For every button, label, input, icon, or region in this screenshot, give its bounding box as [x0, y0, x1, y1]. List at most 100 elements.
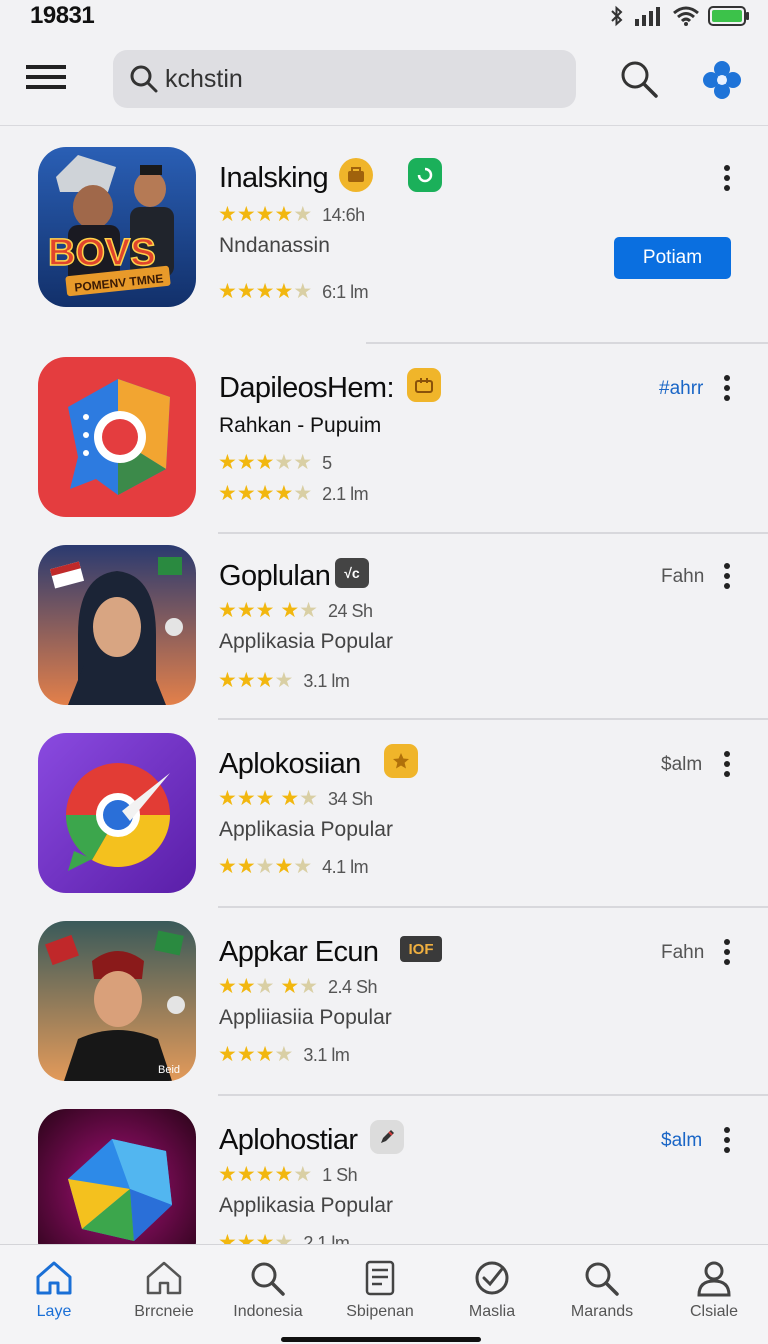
app-icon: Beid: [38, 921, 196, 1081]
nav-label: Indonesia: [233, 1303, 303, 1320]
secondary-meta: 2.1 lm: [303, 1233, 350, 1244]
verified-badge: [408, 158, 442, 192]
game-poster-icon: BOVS POMENV TMNE: [38, 147, 196, 307]
rating-meta: 34 Sh: [327, 789, 373, 809]
divider: [366, 342, 768, 344]
secondary-meta: 6:1 lm: [322, 282, 369, 302]
document-icon: [365, 1260, 395, 1296]
rating-stars: ★★★★★ 5: [218, 451, 332, 474]
home-outline-icon: [146, 1261, 182, 1295]
app-badge: IOF: [400, 936, 442, 962]
rating-stars: ★★★ ★★ 24 Sh: [218, 599, 373, 622]
user-icon: [697, 1261, 731, 1297]
app-list-item[interactable]: Aplokosiian $alm ★★★ ★★ 34 Sh Applikasia …: [0, 722, 768, 910]
app-icon: [38, 357, 196, 517]
nav-item-profile[interactable]: Clsiale: [660, 1259, 768, 1331]
search-bar[interactable]: [113, 50, 576, 108]
more-vertical-icon: [724, 751, 730, 777]
secondary-meta: 3.1 lm: [303, 1045, 350, 1065]
nav-label: Laye: [36, 1303, 72, 1320]
more-options-button[interactable]: [719, 938, 735, 966]
app-list-item[interactable]: Goplulan √с Fahn ★★★ ★★ 24 Sh Applikasia …: [0, 534, 768, 722]
star-icon: [393, 753, 409, 769]
menu-button[interactable]: [24, 60, 70, 100]
top-app-bar: [0, 36, 768, 126]
more-options-button[interactable]: [719, 1126, 735, 1154]
app-list-item[interactable]: BOVS POMENV TMNE Inalsking ★★★★★ 14:6h Nn…: [0, 136, 768, 344]
install-button[interactable]: Potiam: [614, 237, 731, 279]
app-badge: √с: [335, 558, 369, 588]
secondary-rating: ★★★★★ 2.1 lm: [218, 482, 369, 505]
home-indicator[interactable]: [281, 1337, 481, 1342]
polygon-app-icon: [38, 1109, 196, 1244]
more-options-button[interactable]: [719, 374, 735, 402]
nav-item-browse[interactable]: Brrcneie: [110, 1259, 218, 1331]
more-options-button[interactable]: [719, 562, 735, 590]
app-subtitle: Nndanassin: [219, 234, 330, 257]
more-vertical-icon: [724, 563, 730, 589]
signal-icon: [635, 7, 660, 26]
app-title: Aplohostiar: [219, 1124, 358, 1156]
icon-caption: Beid: [158, 1064, 180, 1076]
bluetooth-icon: [611, 5, 623, 27]
app-title: DapileosHem:: [219, 372, 395, 404]
nav-item-indonesia[interactable]: Indonesia: [214, 1259, 322, 1331]
app-list-item[interactable]: Aplohostiar $alm ★★★★★ 1 Sh Applikasia Po…: [0, 1098, 768, 1244]
rating-stars: ★★★★★ 1 Sh: [218, 1163, 358, 1186]
divider: [218, 906, 768, 908]
app-list-item[interactable]: DapileosHem: #ahrr Rahkan - Pupuim ★★★★★…: [0, 346, 768, 534]
app-subtitle: Rahkan - Pupuim: [219, 414, 382, 437]
services-button[interactable]: [700, 58, 744, 102]
more-options-button[interactable]: [719, 750, 735, 778]
chat-compass-icon: [38, 357, 196, 517]
search-input[interactable]: [165, 60, 555, 98]
more-vertical-icon: [724, 165, 730, 191]
wifi-icon: [673, 6, 699, 26]
secondary-rating: ★★★★ 3.1 lm: [218, 669, 350, 692]
divider: [218, 718, 768, 720]
secondary-meta: 2.1 lm: [322, 484, 369, 504]
featured-badge: [384, 744, 418, 778]
price-label[interactable]: Fahn: [661, 566, 704, 588]
rating-meta: 24 Sh: [327, 601, 373, 621]
divider: [218, 1094, 768, 1096]
rating-stars: ★★★ ★★ 2.4 Sh: [218, 975, 378, 998]
app-subtitle: Applikasia Popular: [219, 818, 393, 841]
nav-item-maslia[interactable]: Maslia: [438, 1259, 546, 1331]
more-options-button[interactable]: [719, 164, 735, 192]
rating-meta: 14:6h: [322, 205, 365, 225]
nav-item-sbipenan[interactable]: Sbipenan: [326, 1259, 434, 1331]
rating-meta: 1 Sh: [322, 1165, 358, 1185]
more-vertical-icon: [724, 1127, 730, 1153]
browser-compass-icon: [38, 733, 196, 893]
price-label[interactable]: #ahrr: [659, 378, 703, 400]
search-icon: [251, 1262, 285, 1296]
price-label[interactable]: Fahn: [661, 942, 704, 964]
rating-meta: 2.4 Sh: [327, 977, 378, 997]
pen-icon: [381, 1130, 394, 1143]
status-icons: [608, 4, 750, 28]
status-bar: 19831: [0, 0, 768, 36]
search-button[interactable]: [618, 58, 660, 100]
hamburger-menu-icon: [26, 65, 66, 89]
app-title: Inalsking: [219, 162, 329, 194]
toolbox-icon: [348, 167, 364, 182]
app-title: Goplulan: [219, 560, 331, 592]
price-label[interactable]: $alm: [661, 754, 702, 776]
home-icon: [36, 1261, 72, 1295]
app-list-item[interactable]: Beid Appkar Ecun IOF Fahn ★★★ ★★ 2.4 Sh A…: [0, 910, 768, 1098]
secondary-rating: ★★★★ 3.1 lm: [218, 1043, 350, 1066]
app-icon: [38, 733, 196, 893]
check-circle-icon: [475, 1261, 509, 1295]
more-vertical-icon: [724, 375, 730, 401]
nav-item-home[interactable]: Laye: [0, 1259, 108, 1331]
app-subtitle: Applikasia Popular: [219, 630, 393, 653]
nav-label: Brrcneie: [134, 1303, 194, 1320]
flower-icon: [703, 61, 741, 99]
price-label[interactable]: $alm: [661, 1130, 702, 1152]
bag-icon: [415, 378, 433, 393]
bottom-navigation: Laye Brrcneie Indonesia Sbipenan Maslia …: [0, 1244, 768, 1344]
nav-item-marands[interactable]: Marands: [548, 1259, 656, 1331]
app-icon: [38, 545, 196, 705]
battery-icon: [708, 6, 749, 26]
